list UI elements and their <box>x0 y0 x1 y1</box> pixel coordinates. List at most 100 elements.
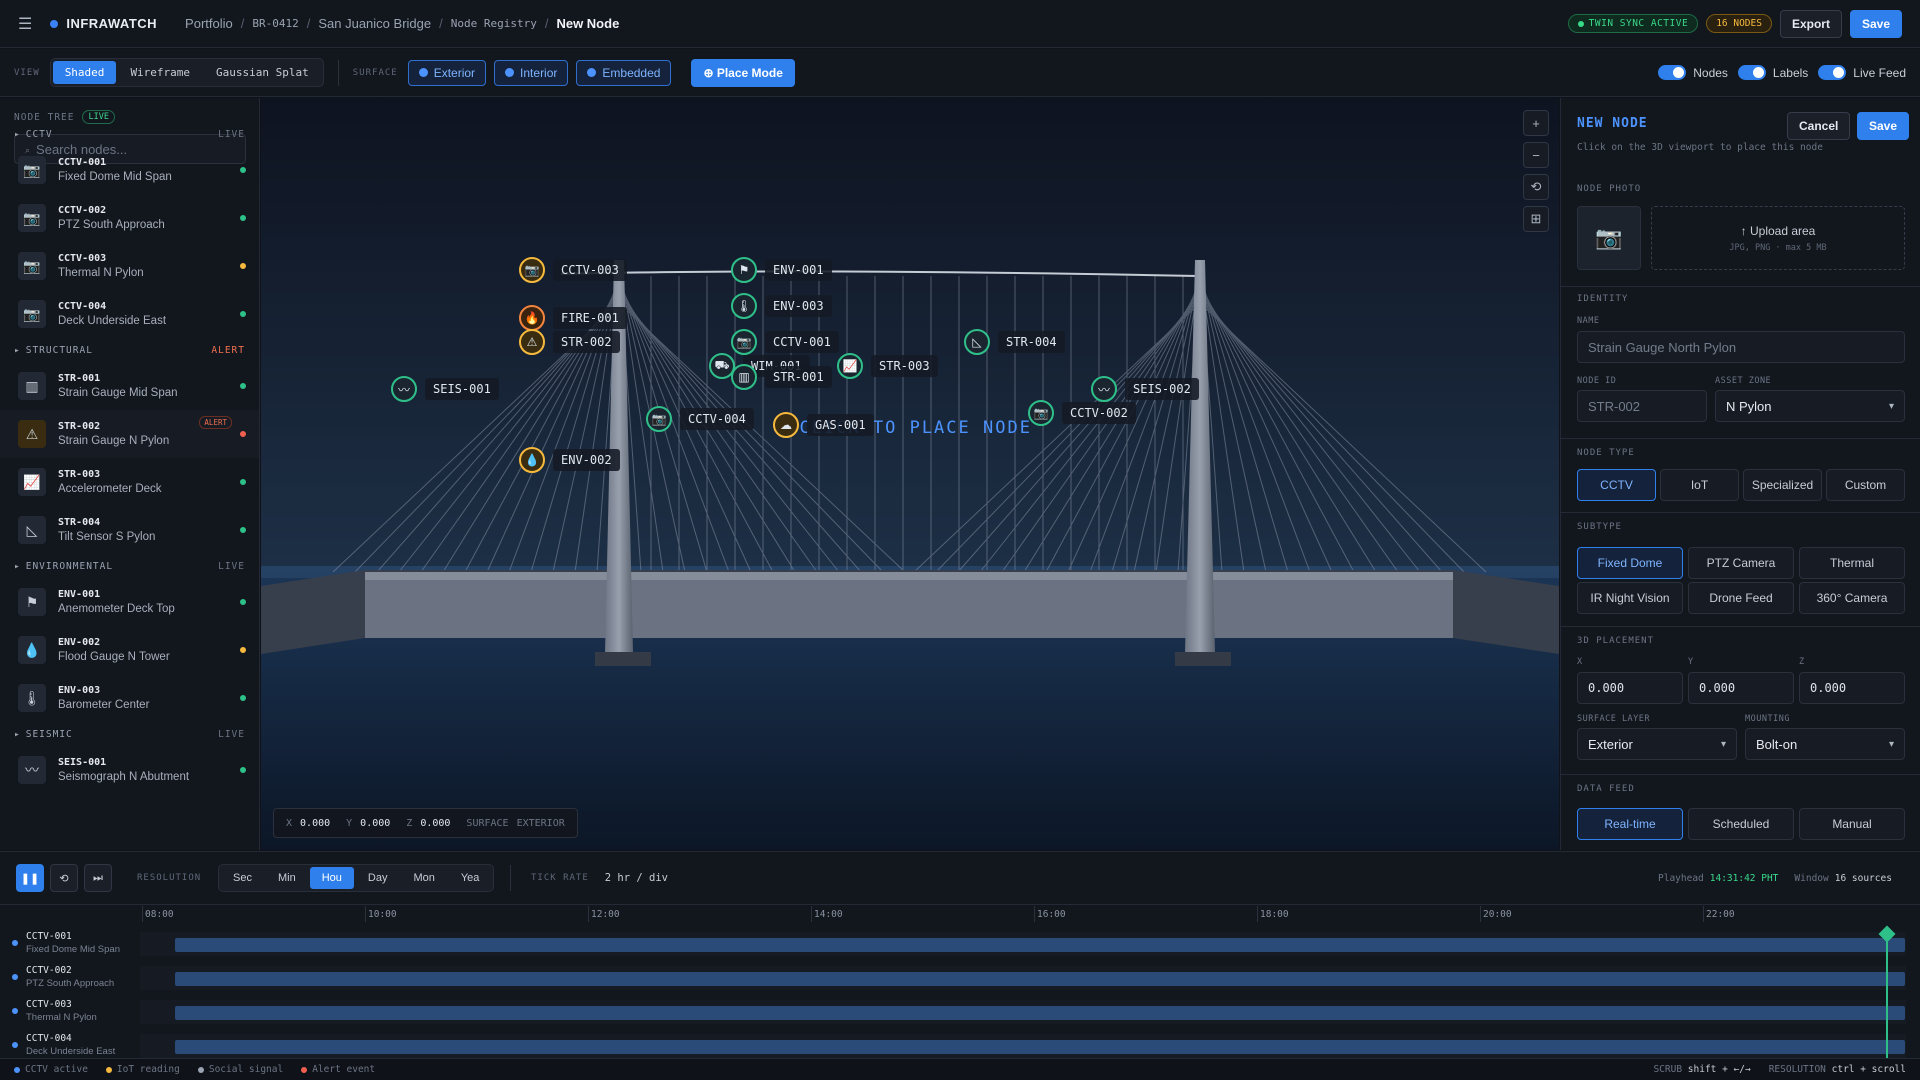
surface-exterior-button[interactable]: Exterior <box>407 59 487 86</box>
sidebar-item-str-002[interactable]: ⚠ STR-002 Strain Gauge N Pylon ALERT <box>0 410 259 458</box>
node-marker-cctv-004[interactable]: 📷 CCTV-004 <box>646 406 754 432</box>
view-mode-wireframe[interactable]: Wireframe <box>118 61 202 84</box>
group-header-cctv[interactable]: ▸ CCTV LIVE <box>14 126 245 142</box>
name-field[interactable]: Strain Gauge North Pylon <box>1577 331 1905 363</box>
group-header-structural[interactable]: ▸ STRUCTURAL ALERT <box>14 342 245 358</box>
node-marker-str-002[interactable]: ⚠ STR-002 <box>519 329 620 355</box>
view-mode-shaded[interactable]: Shaded <box>52 61 117 84</box>
brand-logo[interactable]: INFRAWATCH <box>50 16 157 31</box>
node-type-custom[interactable]: Custom <box>1826 469 1905 501</box>
mounting-select[interactable]: Bolt-on ▾ <box>1745 728 1905 760</box>
hamburger-icon[interactable]: ☰ <box>18 14 32 34</box>
export-button[interactable]: Export <box>1779 9 1842 38</box>
data-feed-scheduled[interactable]: Scheduled <box>1688 808 1794 840</box>
subtype-drone-feed[interactable]: Drone Feed <box>1688 582 1794 614</box>
node-marker-str-001[interactable]: ▥ STR-001 <box>731 364 832 390</box>
loop-button[interactable]: ⟲ <box>50 864 78 892</box>
resolution-min[interactable]: Min <box>266 867 308 889</box>
upload-area[interactable]: ↑ Upload area JPG, PNG · max 5 MB <box>1651 206 1905 270</box>
zoom-out-button[interactable]: − <box>1523 142 1549 168</box>
node-type-cctv[interactable]: CCTV <box>1577 469 1656 501</box>
subtype-ir-night-vision[interactable]: IR Night Vision <box>1577 582 1683 614</box>
fit-view-button[interactable]: ⊞ <box>1523 206 1549 232</box>
surface-layer-select[interactable]: Exterior ▾ <box>1577 728 1737 760</box>
node-marker-cctv-003[interactable]: 📷 CCTV-003 <box>519 257 627 283</box>
timeline-row-cctv-003[interactable]: CCTV-003 Thermal N Pylon <box>0 994 1920 1028</box>
node-marker-seis-001[interactable]: 〰 SEIS-001 <box>391 376 499 402</box>
skip-end-button[interactable]: ⏭ <box>84 864 112 892</box>
node-marker-cctv-002[interactable]: 📷 CCTV-002 <box>1028 400 1136 426</box>
activity-bar[interactable] <box>175 1040 1905 1054</box>
reset-view-button[interactable]: ⟲ <box>1523 174 1549 200</box>
node-marker-env-001[interactable]: ⚑ ENV-001 <box>731 257 832 283</box>
node-type-iot[interactable]: IoT <box>1660 469 1739 501</box>
node-id-field[interactable]: STR-002 <box>1577 390 1707 422</box>
node-marker-str-003[interactable]: 📈 STR-003 <box>837 353 938 379</box>
asset-zone-select[interactable]: N Pylon ▾ <box>1715 390 1905 422</box>
sidebar-item-cctv-003[interactable]: 📷 CCTV-003 Thermal N Pylon <box>0 242 259 290</box>
subtype-360-camera[interactable]: 360° Camera <box>1799 582 1905 614</box>
surface-interior-button[interactable]: Interior <box>494 59 569 86</box>
resolution-year[interactable]: Yea <box>449 867 492 889</box>
sidebar-item-cctv-002[interactable]: 📷 CCTV-002 PTZ South Approach <box>0 194 259 242</box>
sidebar-item-env-002[interactable]: 💧 ENV-002 Flood Gauge N Tower <box>0 626 259 674</box>
breadcrumb-asset-id[interactable]: BR-0412 <box>252 17 298 30</box>
node-marker-cctv-001[interactable]: 📷 CCTV-001 <box>731 329 839 355</box>
sidebar-item-env-003[interactable]: 🌡 ENV-003 Barometer Center <box>0 674 259 722</box>
timeline-row-cctv-004[interactable]: CCTV-004 Deck Underside East <box>0 1028 1920 1062</box>
header-save-button[interactable]: Save <box>1849 9 1902 38</box>
sidebar-item-cctv-001[interactable]: 📷 CCTV-001 Fixed Dome Mid Span <box>0 146 259 194</box>
timeline-row-cctv-002[interactable]: CCTV-002 PTZ South Approach <box>0 960 1920 994</box>
surface-embedded-button[interactable]: Embedded <box>576 59 672 86</box>
playhead-line[interactable] <box>1886 930 1888 1059</box>
data-feed-realtime[interactable]: Real-time <box>1577 808 1683 840</box>
zoom-in-button[interactable]: + <box>1523 110 1549 136</box>
data-feed-manual[interactable]: Manual <box>1799 808 1905 840</box>
breadcrumb-asset-name[interactable]: San Juanico Bridge <box>318 16 431 31</box>
toggle-live-feed[interactable]: Live Feed <box>1818 65 1906 80</box>
resolution-sec[interactable]: Sec <box>221 867 264 889</box>
toggle-switch[interactable] <box>1658 65 1687 80</box>
z-input[interactable]: 0.000 <box>1799 672 1905 704</box>
node-marker-str-004[interactable]: ◺ STR-004 <box>964 329 1065 355</box>
breadcrumb-registry[interactable]: Node Registry <box>451 17 537 30</box>
photo-thumbnail[interactable]: 📷 <box>1577 206 1641 270</box>
toggle-switch[interactable] <box>1818 65 1847 80</box>
cancel-button[interactable]: Cancel <box>1787 112 1851 140</box>
activity-bar[interactable] <box>175 1006 1905 1020</box>
timeline-row-cctv-001[interactable]: CCTV-001 Fixed Dome Mid Span <box>0 926 1920 960</box>
node-marker-fire-001[interactable]: 🔥 FIRE-001 <box>519 305 627 331</box>
resolution-month[interactable]: Mon <box>401 867 446 889</box>
group-header-seismic[interactable]: ▸ SEISMIC LIVE <box>14 726 245 742</box>
sidebar-item-seis-001[interactable]: 〰 SEIS-001 Seismograph N Abutment <box>0 746 259 794</box>
resolution-hour[interactable]: Hou <box>309 867 354 889</box>
toggle-nodes[interactable]: Nodes <box>1658 65 1728 80</box>
y-input[interactable]: 0.000 <box>1688 672 1794 704</box>
panel-save-button[interactable]: Save <box>1857 112 1910 140</box>
group-header-environmental[interactable]: ▸ ENVIRONMENTAL LIVE <box>14 558 245 574</box>
node-type-specialized[interactable]: Specialized <box>1743 469 1822 501</box>
toggle-labels[interactable]: Labels <box>1737 65 1808 80</box>
activity-bar[interactable] <box>175 938 1905 952</box>
subtype-fixed-dome[interactable]: Fixed Dome <box>1577 547 1683 579</box>
node-marker-gas-001[interactable]: ☁ GAS-001 <box>773 412 874 438</box>
breadcrumb-portfolio[interactable]: Portfolio <box>185 16 233 31</box>
node-marker-seis-002[interactable]: 〰 SEIS-002 <box>1091 376 1199 402</box>
subtype-ptz-camera[interactable]: PTZ Camera <box>1688 547 1794 579</box>
toggle-switch[interactable] <box>1737 65 1766 80</box>
activity-bar[interactable] <box>175 972 1905 986</box>
sidebar-item-str-003[interactable]: 📈 STR-003 Accelerometer Deck <box>0 458 259 506</box>
view-mode-gaussian-splat[interactable]: Gaussian Splat <box>204 61 321 84</box>
place-mode-button[interactable]: ⊕ Place Mode <box>691 58 795 87</box>
sidebar-item-cctv-004[interactable]: 📷 CCTV-004 Deck Underside East <box>0 290 259 338</box>
node-marker-env-003[interactable]: 🌡 ENV-003 <box>731 293 832 319</box>
subtype-thermal[interactable]: Thermal <box>1799 547 1905 579</box>
node-marker-env-002[interactable]: 💧 ENV-002 <box>519 447 620 473</box>
3d-viewport[interactable]: ⊕ CLICK TO PLACE NODE 📷 CCTV-003 🔥 FIRE-001… <box>261 98 1559 850</box>
x-input[interactable]: 0.000 <box>1577 672 1683 704</box>
sidebar-item-env-001[interactable]: ⚑ ENV-001 Anemometer Deck Top <box>0 578 259 626</box>
sidebar-item-str-004[interactable]: ◺ STR-004 Tilt Sensor S Pylon <box>0 506 259 554</box>
pause-button[interactable]: ❚❚ <box>16 864 44 892</box>
resolution-day[interactable]: Day <box>356 867 400 889</box>
sidebar-item-str-001[interactable]: ▥ STR-001 Strain Gauge Mid Span <box>0 362 259 410</box>
